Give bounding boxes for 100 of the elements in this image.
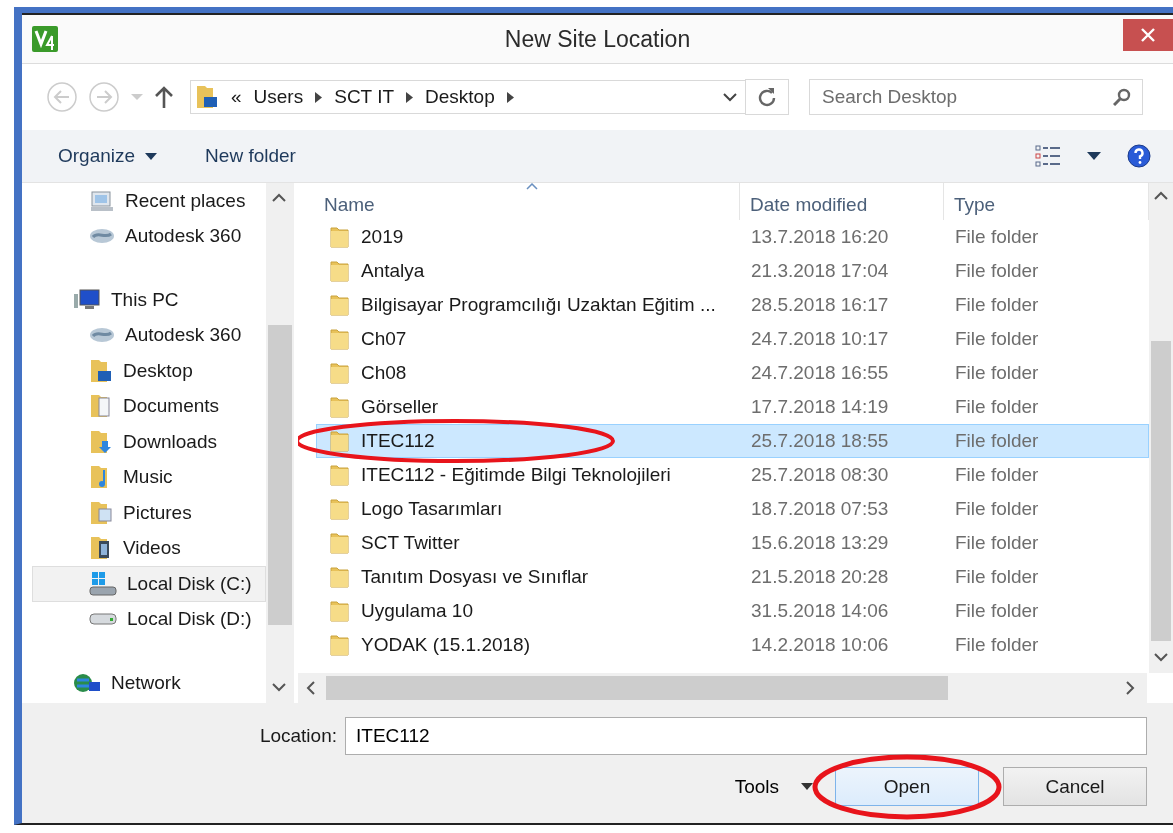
sidebar-item[interactable]: Desktop bbox=[32, 353, 266, 389]
dialog-button[interactable]: Cancel bbox=[1003, 767, 1147, 806]
sidebar-item[interactable]: Network bbox=[32, 665, 266, 701]
breadcrumb[interactable]: « bbox=[231, 86, 242, 108]
scroll-left-icon[interactable] bbox=[306, 681, 315, 695]
chevron-right-icon[interactable] bbox=[506, 91, 514, 103]
sidebar-item[interactable]: Recent places bbox=[32, 183, 266, 219]
folder-icon bbox=[329, 565, 351, 589]
file-row[interactable]: Antalya 21.3.2018 17:04 File folder bbox=[316, 254, 1149, 288]
file-row[interactable]: YODAK (15.1.2018) 14.2.2018 10:06 File folder bbox=[316, 628, 1149, 662]
type-cell-text: File folder bbox=[954, 362, 1040, 384]
search-icon bbox=[1113, 88, 1131, 106]
folder-icon bbox=[329, 225, 351, 249]
file-row[interactable]: 2019 13.7.2018 16:20 File folder bbox=[316, 220, 1149, 254]
breadcrumb[interactable]: SCT IT bbox=[334, 86, 395, 108]
type-cell-text: File folder bbox=[954, 464, 1040, 486]
file-row[interactable]: Bilgisayar Programcılığı Uzaktan Eğitim ... 28.5.2018 16:17 File folder bbox=[316, 288, 1149, 322]
dropdown-icon[interactable] bbox=[1087, 152, 1101, 160]
file-row[interactable]: Ch08 24.7.2018 16:55 File folder bbox=[316, 356, 1149, 390]
file-row[interactable]: SCT Twitter 15.6.2018 13:29 File folder bbox=[316, 526, 1149, 560]
folder-icon bbox=[329, 497, 351, 521]
date-cell-text: 31.5.2018 14:06 bbox=[750, 600, 890, 622]
refresh-button[interactable] bbox=[745, 79, 789, 115]
organize-menu[interactable]: Organize bbox=[58, 145, 158, 167]
breadcrumb[interactable]: Desktop bbox=[425, 86, 495, 108]
file-name: Görseller bbox=[361, 396, 439, 418]
file-row[interactable]: Ch07 24.7.2018 10:17 File folder bbox=[316, 322, 1149, 356]
dialog-button[interactable]: Open bbox=[835, 767, 979, 806]
close-button[interactable] bbox=[1123, 19, 1173, 51]
scroll-down-icon[interactable] bbox=[1154, 653, 1168, 662]
sidebar-item[interactable]: Pictures bbox=[32, 495, 266, 531]
type-cell-text: File folder bbox=[954, 226, 1040, 248]
date-cell-text: 18.7.2018 07:53 bbox=[750, 498, 890, 520]
file-row[interactable]: ITEC112 25.7.2018 18:55 File folder bbox=[316, 424, 1149, 458]
folder-icon bbox=[329, 633, 351, 657]
sidebar-item[interactable]: Autodesk 360 bbox=[32, 317, 266, 353]
file-name: Ch08 bbox=[361, 362, 407, 384]
column-header[interactable]: Name bbox=[298, 183, 740, 220]
network-icon bbox=[73, 671, 101, 694]
file-name: Ch07 bbox=[361, 328, 407, 350]
sidebar-item[interactable]: Autodesk 360 bbox=[32, 218, 266, 254]
sidebar-item[interactable]: Music bbox=[32, 459, 266, 495]
chevron-down-icon[interactable] bbox=[723, 92, 737, 102]
sidebar-item[interactable]: Local Disk (C:) bbox=[32, 566, 266, 602]
new-folder-button[interactable]: New folder bbox=[205, 145, 296, 167]
type-cell-text: File folder bbox=[954, 430, 1040, 452]
type-cell-text: File folder bbox=[954, 634, 1040, 656]
date-cell-text: 25.7.2018 18:55 bbox=[750, 430, 890, 452]
file-name: Uygulama 10 bbox=[361, 600, 473, 622]
desktop-folder-icon bbox=[195, 84, 219, 110]
recent-places-icon bbox=[89, 188, 115, 213]
scroll-right-icon[interactable] bbox=[1126, 681, 1135, 695]
sidebar-scrollbar[interactable] bbox=[266, 183, 294, 703]
column-header[interactable]: Date modified bbox=[740, 183, 944, 220]
sidebar-item[interactable]: Videos bbox=[32, 530, 266, 566]
scroll-up-icon[interactable] bbox=[272, 193, 286, 202]
horizontal-scrollbar[interactable] bbox=[298, 673, 1147, 703]
location-field[interactable]: ITEC112 bbox=[345, 717, 1147, 755]
type-cell-text: File folder bbox=[954, 532, 1040, 554]
file-name: Bilgisayar Programcılığı Uzaktan Eğitim ... bbox=[361, 294, 716, 316]
documents-folder-icon bbox=[89, 393, 113, 420]
computer-icon bbox=[73, 287, 101, 312]
sidebar-item[interactable]: Documents bbox=[32, 388, 266, 424]
scroll-down-icon[interactable] bbox=[272, 683, 286, 692]
file-row[interactable]: Uygulama 10 31.5.2018 14:06 File folder bbox=[316, 594, 1149, 628]
drive-icon bbox=[89, 612, 117, 627]
file-row[interactable]: ITEC112 - Eğitimde Bilgi Teknolojileri 25.7.2018 08:30 File folder bbox=[316, 458, 1149, 492]
type-cell-text: File folder bbox=[954, 498, 1040, 520]
scroll-up-icon[interactable] bbox=[1154, 191, 1168, 200]
view-options-icon[interactable] bbox=[1035, 145, 1061, 167]
address-bar[interactable]: « Users SCT IT Desktop bbox=[190, 80, 746, 114]
file-row[interactable]: Tanıtım Dosyası ve Sınıflar 21.5.2018 20:28 File folder bbox=[316, 560, 1149, 594]
search-field[interactable]: Search Desktop bbox=[809, 79, 1143, 115]
type-cell-text: File folder bbox=[954, 600, 1040, 622]
folder-icon bbox=[329, 463, 351, 487]
refresh-icon bbox=[758, 87, 776, 107]
downloads-folder-icon bbox=[89, 428, 113, 455]
sidebar-item[interactable]: This PC bbox=[32, 282, 266, 318]
list-scrollbar[interactable] bbox=[1149, 183, 1173, 673]
chevron-right-icon[interactable] bbox=[406, 91, 414, 103]
date-cell-text: 17.7.2018 14:19 bbox=[750, 396, 890, 418]
up-button[interactable] bbox=[154, 85, 174, 109]
type-cell-text: File folder bbox=[954, 328, 1040, 350]
tools-menu[interactable]: Tools bbox=[734, 775, 813, 798]
sidebar-item[interactable]: Local Disk (D:) bbox=[32, 601, 266, 637]
date-cell-text: 14.2.2018 10:06 bbox=[750, 634, 890, 656]
caret-icon bbox=[801, 783, 813, 790]
file-row[interactable]: Görseller 17.7.2018 14:19 File folder bbox=[316, 390, 1149, 424]
chevron-right-icon[interactable] bbox=[315, 91, 323, 103]
file-row[interactable]: Logo Tasarımları 18.7.2018 07:53 File folder bbox=[316, 492, 1149, 526]
date-cell-text: 13.7.2018 16:20 bbox=[750, 226, 890, 248]
date-cell-text: 28.5.2018 16:17 bbox=[750, 294, 890, 316]
type-cell-text: File folder bbox=[954, 566, 1040, 588]
file-name: Logo Tasarımları bbox=[361, 498, 503, 520]
breadcrumb[interactable]: Users bbox=[253, 86, 304, 108]
folder-icon bbox=[329, 395, 351, 419]
desktop-folder-icon bbox=[89, 357, 113, 384]
help-icon[interactable] bbox=[1127, 144, 1151, 168]
file-name: 2019 bbox=[361, 226, 404, 248]
sidebar-item[interactable]: Downloads bbox=[32, 424, 266, 460]
